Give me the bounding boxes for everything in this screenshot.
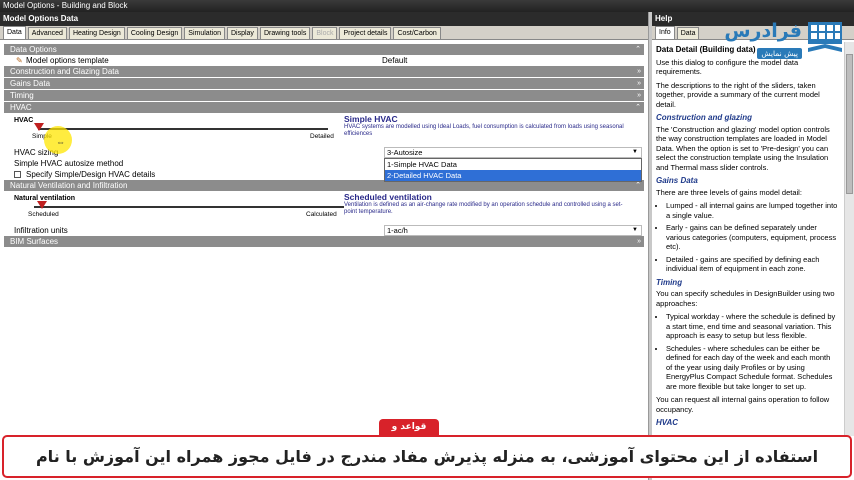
tab-project-details[interactable]: Project details xyxy=(339,27,392,39)
collapse-icon: ⌃ xyxy=(635,104,641,111)
tab-bar: Data Advanced Heating Design Cooling Des… xyxy=(0,26,648,40)
section-gains[interactable]: Gains Data » xyxy=(4,78,644,89)
model-options-panel: Model Options Data Data Advanced Heating… xyxy=(0,12,648,480)
vent-slider-block: Natural ventilation Scheduled Calculated… xyxy=(4,191,644,225)
brand-logo-icon xyxy=(808,22,842,52)
infiltration-row: Infiltration units 1-ac/h ▼ xyxy=(4,225,644,236)
section-label: Data Options xyxy=(10,45,57,54)
rules-badge: قواعد و قوانین xyxy=(379,419,439,449)
tab-info[interactable]: Info xyxy=(655,26,675,39)
autosize-method-row: Simple HVAC autosize method 1-Simple HVA… xyxy=(4,158,644,182)
vent-slider-track[interactable] xyxy=(34,206,344,208)
hvac-slider-title: HVAC xyxy=(14,117,34,124)
hvac-desc-text: HVAC systems are modelled using Ideal Lo… xyxy=(344,124,624,137)
help-gains-text: There are three levels of gains model de… xyxy=(656,187,802,197)
help-timing-heading[interactable]: Timing xyxy=(656,278,838,288)
collapse-icon: ⌃ xyxy=(635,46,641,53)
vent-desc-text: Ventilation is defined as an air-change … xyxy=(344,202,623,215)
model-template-row: ✎ Model options template Default xyxy=(4,55,644,66)
tab-cost-carbon[interactable]: Cost/Carbon xyxy=(393,27,441,39)
dropdown-option-selected[interactable]: 2-Detailed HVAC Data xyxy=(385,170,641,181)
list-item: Typical workday - where the schedule is … xyxy=(666,312,838,341)
help-gains-list: Lumped - all internal gains are lumped t… xyxy=(666,201,838,274)
dropdown-option[interactable]: 1-Simple HVAC Data xyxy=(385,159,641,170)
tab-simulation[interactable]: Simulation xyxy=(184,27,225,39)
infiltration-select[interactable]: 1-ac/h ▼ xyxy=(384,225,642,236)
help-timing-text: You can specify schedules in DesignBuild… xyxy=(656,289,835,308)
section-label: BIM Surfaces xyxy=(10,237,59,246)
expand-icon: » xyxy=(637,80,641,87)
list-item: Detailed - gains are specified by defini… xyxy=(666,255,838,274)
template-icon: ✎ xyxy=(16,56,23,65)
vent-slider-left-label: Scheduled xyxy=(28,211,59,218)
tab-cooling-design[interactable]: Cooling Design xyxy=(126,27,183,39)
brand-preview-tag: پیش نمایش xyxy=(757,48,802,59)
specify-details-label: Specify Simple/Design HVAC details xyxy=(26,170,156,179)
section-bim-surfaces[interactable]: BIM Surfaces » xyxy=(4,236,644,247)
help-gains-heading[interactable]: Gains Data xyxy=(656,176,838,186)
tab-display[interactable]: Display xyxy=(226,27,258,39)
help-intro2: The descriptions to the right of the sli… xyxy=(656,80,820,109)
cursor-icon: ⇔ xyxy=(56,137,65,147)
help-hvac-heading[interactable]: HVAC xyxy=(656,418,838,428)
section-hvac[interactable]: HVAC ⌃ xyxy=(4,102,644,113)
tab-advanced[interactable]: Advanced xyxy=(27,27,67,39)
tab-data[interactable]: Data xyxy=(3,26,26,39)
vent-desc-title: Scheduled ventilation xyxy=(344,192,432,202)
help-panel: Help Info Data Data Detail (Building dat… xyxy=(652,12,854,480)
tab-block: Block xyxy=(312,27,338,39)
model-template-value[interactable]: Default xyxy=(382,55,407,66)
section-construction[interactable]: Construction and Glazing Data » xyxy=(4,66,644,77)
expand-icon: » xyxy=(637,238,641,245)
vent-slider-thumb[interactable] xyxy=(37,201,47,209)
help-scrollbar[interactable] xyxy=(844,42,854,436)
hvac-sizing-select[interactable]: 3-Autosize ▼ xyxy=(384,147,642,158)
hvac-slider-right-label: Detailed xyxy=(310,133,334,140)
list-item: Early - gains can be defined separately … xyxy=(666,223,838,252)
help-scroll-thumb[interactable] xyxy=(846,54,853,194)
help-timing-list: Typical workday - where the schedule is … xyxy=(666,312,838,391)
autosize-dropdown-list[interactable]: 1-Simple HVAC Data 2-Detailed HVAC Data xyxy=(384,158,642,182)
section-timing[interactable]: Timing » xyxy=(4,90,644,101)
hvac-sizing-row: HVAC sizing 3-Autosize ▼ xyxy=(4,147,644,158)
help-content: Data Detail (Building data) Use this dia… xyxy=(652,42,842,436)
help-timing-text2: You can request all internal gains opera… xyxy=(656,395,830,414)
hvac-slider-block: HVAC Simple Detailed Simple HVAC HVAC sy… xyxy=(4,113,644,147)
specify-details-checkbox[interactable] xyxy=(14,171,21,178)
section-label: Gains Data xyxy=(10,79,51,88)
expand-icon: » xyxy=(637,68,641,75)
infiltration-label: Infiltration units xyxy=(14,226,68,235)
infiltration-value: 1-ac/h xyxy=(387,226,408,235)
section-label: Construction and Glazing Data xyxy=(10,67,119,76)
tab-heating-design[interactable]: Heating Design xyxy=(68,27,125,39)
hvac-slider-track[interactable] xyxy=(38,128,328,130)
tab-drawing-tools[interactable]: Drawing tools xyxy=(259,27,311,39)
hvac-slider-thumb[interactable] xyxy=(34,123,44,131)
panel-header: Model Options Data xyxy=(0,12,648,26)
list-item: Lumped - all internal gains are lumped t… xyxy=(666,201,838,220)
brand-watermark: فرادرس پیش نمایش xyxy=(690,16,850,64)
help-construction-text: The 'Construction and glazing' model opt… xyxy=(656,124,830,172)
expand-icon: » xyxy=(637,92,641,99)
autosize-method-label: Simple HVAC autosize method xyxy=(14,159,124,168)
help-construction-heading[interactable]: Construction and glazing xyxy=(656,113,838,123)
section-data-options[interactable]: Data Options ⌃ xyxy=(4,44,644,55)
model-template-label: Model options template xyxy=(26,56,109,65)
section-label: Timing xyxy=(10,91,34,100)
window-title: Model Options - Building and Block xyxy=(0,0,854,12)
vent-slider-right-label: Calculated xyxy=(306,211,337,218)
section-label: HVAC xyxy=(10,103,32,112)
section-label: Natural Ventilation and Infiltration xyxy=(10,181,128,190)
chevron-down-icon: ▼ xyxy=(632,227,638,233)
brand-name: فرادرس xyxy=(724,20,802,42)
list-item: Schedules - where schedules can be eithe… xyxy=(666,344,838,392)
chevron-down-icon: ▼ xyxy=(632,149,638,155)
hvac-sizing-value: 3-Autosize xyxy=(387,148,423,157)
hvac-desc-title: Simple HVAC xyxy=(344,114,398,124)
license-notice: استفاده از این محتوای آموزشی، به منزله پ… xyxy=(2,435,852,478)
